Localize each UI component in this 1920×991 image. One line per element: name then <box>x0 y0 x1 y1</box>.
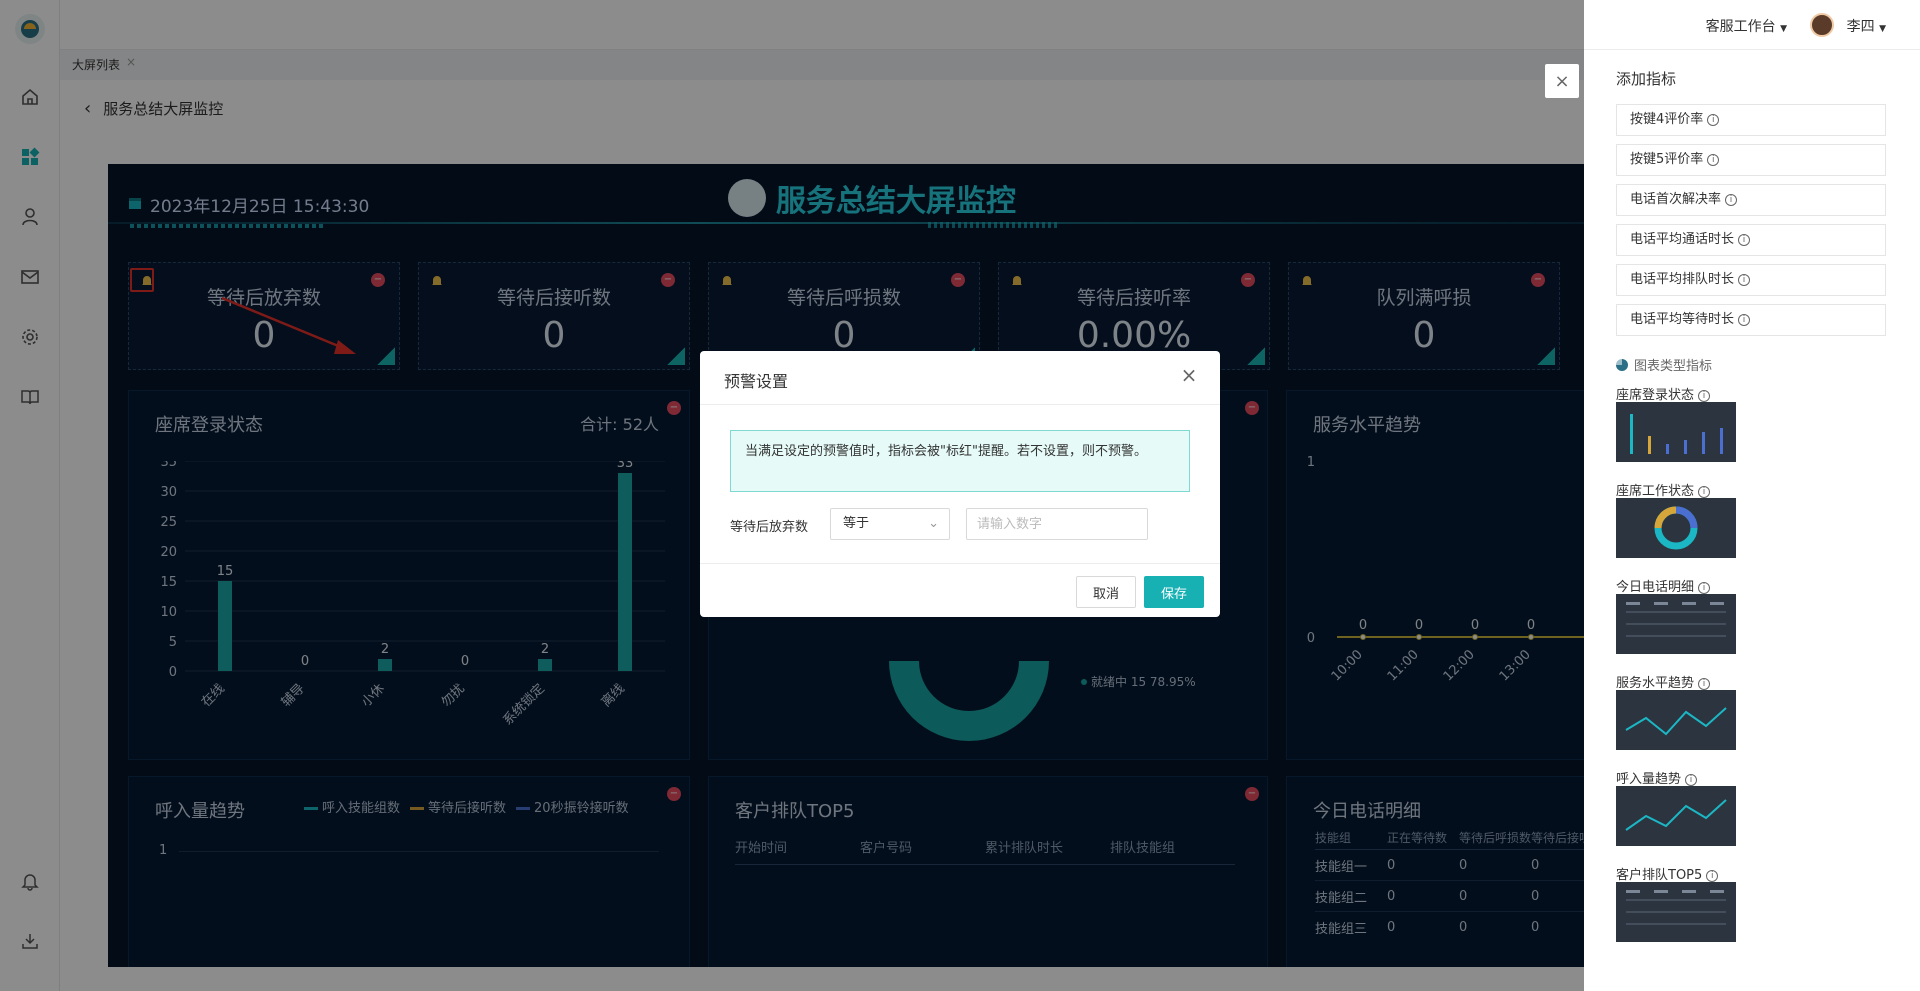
dialog-divider <box>700 563 1220 564</box>
chart-label: 座席登录状态 <box>1616 388 1695 403</box>
chart-thumbnail-line[interactable] <box>1616 786 1736 846</box>
user-menu[interactable]: 李四 ▼ <box>1847 16 1886 36</box>
close-icon[interactable]: × <box>1178 364 1200 386</box>
threshold-input[interactable] <box>966 508 1148 540</box>
metric-item[interactable]: 电话平均排队时长 i <box>1616 264 1886 296</box>
metric-label: 电话平均排队时长 <box>1630 272 1735 287</box>
avatar[interactable] <box>1810 13 1834 37</box>
add-metric-drawer: 添加指标 按键4评价率 i 按键5评价率 i 电话首次解决率 i 电话平均通话时长 i … <box>1584 50 1920 991</box>
info-icon[interactable]: i <box>1725 193 1738 206</box>
chart-label: 服务水平趋势 <box>1616 676 1695 691</box>
info-icon[interactable]: i <box>1738 313 1751 326</box>
chart-label: 客户排队TOP5 <box>1616 868 1703 883</box>
info-icon[interactable]: i <box>1698 581 1711 594</box>
metric-label: 按键5评价率 <box>1630 152 1704 167</box>
dialog-title: 预警设置 <box>724 372 789 391</box>
chart-type-label: 呼入量趋势 i <box>1616 768 1698 787</box>
metric-item[interactable]: 电话平均等待时长 i <box>1616 304 1886 336</box>
drawer-close-icon[interactable]: × <box>1545 64 1579 98</box>
chart-thumbnail-table[interactable] <box>1616 882 1736 942</box>
workspace-label: 客服工作台 <box>1705 19 1776 35</box>
info-icon[interactable]: i <box>1738 233 1751 246</box>
chart-thumbnail-bar[interactable] <box>1616 402 1736 462</box>
chart-type-label: 服务水平趋势 i <box>1616 672 1711 691</box>
metric-label: 按键4评价率 <box>1630 112 1704 127</box>
chart-label: 座席工作状态 <box>1616 484 1695 499</box>
chart-label: 今日电话明细 <box>1616 580 1695 595</box>
metric-item[interactable]: 按键4评价率 i <box>1616 104 1886 136</box>
chart-type-label: 客户排队TOP5 i <box>1616 864 1719 883</box>
metric-item[interactable]: 电话首次解决率 i <box>1616 184 1886 216</box>
info-icon[interactable]: i <box>1707 113 1720 126</box>
info-icon[interactable]: i <box>1707 153 1720 166</box>
info-icon[interactable]: i <box>1685 773 1698 786</box>
info-icon[interactable]: i <box>1706 869 1719 882</box>
save-button[interactable]: 保存 <box>1144 576 1204 608</box>
info-icon[interactable]: i <box>1698 389 1711 402</box>
field-label: 等待后放弃数 <box>730 520 809 535</box>
user-name: 李四 <box>1846 19 1875 35</box>
chart-thumbnail-line[interactable] <box>1616 690 1736 750</box>
alert-settings-dialog: 预警设置 × 当满足设定的预警值时，指标会被"标红"提醒。若不设置，则不预警。 … <box>700 351 1220 617</box>
metric-label: 电话首次解决率 <box>1630 192 1722 207</box>
chart-section-label: 图表类型指标 <box>1634 359 1713 374</box>
chart-type-label: 今日电话明细 i <box>1616 576 1711 595</box>
info-icon[interactable]: i <box>1738 273 1751 286</box>
info-icon[interactable]: i <box>1698 485 1711 498</box>
workspace-dropdown[interactable]: 客服工作台 ▼ <box>1706 16 1787 36</box>
drawer-title: 添加指标 <box>1616 70 1677 88</box>
operator-value: 等于 <box>843 516 870 531</box>
chart-label: 呼入量趋势 <box>1616 772 1682 787</box>
info-icon[interactable]: i <box>1698 677 1711 690</box>
pie-chart-icon <box>1616 358 1628 371</box>
caret-down-icon: ▼ <box>1780 24 1787 34</box>
cancel-button[interactable]: 取消 <box>1076 576 1136 608</box>
metric-label: 电话平均通话时长 <box>1630 232 1735 247</box>
chart-section-header: 图表类型指标 <box>1616 355 1712 374</box>
info-tip: 当满足设定的预警值时，指标会被"标红"提醒。若不设置，则不预警。 <box>730 430 1190 492</box>
operator-select[interactable]: 等于 ⌄ <box>830 508 950 540</box>
metric-item[interactable]: 电话平均通话时长 i <box>1616 224 1886 256</box>
chevron-down-icon: ⌄ <box>928 516 939 531</box>
metric-item[interactable]: 按键5评价率 i <box>1616 144 1886 176</box>
dialog-header: 预警设置 × <box>700 351 1220 405</box>
chart-type-label: 座席登录状态 i <box>1616 384 1711 403</box>
metric-label: 电话平均等待时长 <box>1630 312 1735 327</box>
caret-down-icon: ▼ <box>1879 24 1886 34</box>
chart-thumbnail-donut[interactable] <box>1616 498 1736 558</box>
chart-thumbnail-table[interactable] <box>1616 594 1736 654</box>
chart-type-label: 座席工作状态 i <box>1616 480 1711 499</box>
